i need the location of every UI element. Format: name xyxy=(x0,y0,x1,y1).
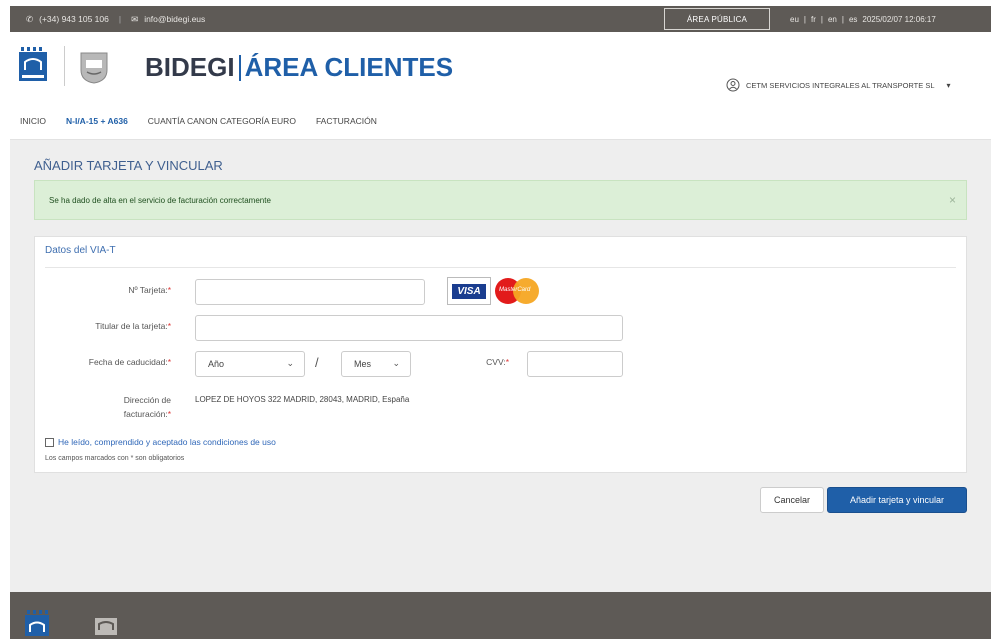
card-number-label: Nº Tarjeta:* xyxy=(128,285,171,295)
date-separator: / xyxy=(315,355,319,370)
language-switcher: eu | fr | en | es 2025/02/07 12:06:17 xyxy=(790,14,936,24)
phone-number[interactable]: (+34) 943 105 106 xyxy=(39,14,109,24)
gipuzkoa-shield-icon xyxy=(80,52,108,84)
main-content: AÑADIR TARJETA Y VINCULAR Se ha dado de … xyxy=(10,140,991,592)
brand-title: BIDEGI ÁREA CLIENTES xyxy=(145,52,453,83)
close-icon[interactable]: × xyxy=(949,193,956,207)
month-select[interactable]: Mes ⌄ xyxy=(341,351,411,377)
datetime: 2025/02/07 12:06:17 xyxy=(862,14,936,24)
separator: | xyxy=(118,14,122,24)
divider xyxy=(45,267,956,268)
bidegi-logo-icon xyxy=(25,610,49,636)
add-card-button[interactable]: Añadir tarjeta y vincular xyxy=(827,487,967,513)
terms-link[interactable]: He leído, comprendido y aceptado las con… xyxy=(58,437,276,447)
lang-es[interactable]: es xyxy=(849,15,857,24)
chevron-down-icon: ⌄ xyxy=(286,358,294,368)
alert-message: Se ha dado de alta en el servicio de fac… xyxy=(49,195,271,205)
caret-down-icon: ▾ xyxy=(946,80,951,90)
required-note: Los campos marcados con * son obligatori… xyxy=(45,455,185,462)
via-t-form-panel: Datos del VIA-T Nº Tarjeta:* VISA Master… xyxy=(34,236,967,473)
lang-fr[interactable]: fr xyxy=(811,15,816,24)
nav-item-canon[interactable]: CUANTÍA CANON CATEGORÍA EURO xyxy=(148,116,296,126)
billing-address-label: Dirección de facturación:* xyxy=(123,395,171,419)
success-alert: Se ha dado de alta en el servicio de fac… xyxy=(34,180,967,220)
header: BIDEGI ÁREA CLIENTES CETM SERVICIOS INTE… xyxy=(10,32,991,140)
footer xyxy=(10,592,991,639)
year-select[interactable]: Año ⌄ xyxy=(195,351,305,377)
contact-info: ✆ (+34) 943 105 106 | ✉ info@bidegi.eus xyxy=(10,14,205,25)
expiry-label: Fecha de caducidad:* xyxy=(88,357,171,367)
phone-icon: ✆ xyxy=(26,13,34,24)
brand-area: ÁREA CLIENTES xyxy=(244,52,454,82)
section-title: Datos del VIA-T xyxy=(45,245,116,256)
card-number-input[interactable] xyxy=(195,279,425,305)
user-company-name: CETM SERVICIOS INTEGRALES AL TRANSPORTE … xyxy=(746,80,935,90)
card-holder-label: Titular de la tarjeta:* xyxy=(95,321,171,331)
cancel-button[interactable]: Cancelar xyxy=(760,487,824,513)
nav-item-inicio[interactable]: INICIO xyxy=(20,116,46,126)
chevron-down-icon: ⌄ xyxy=(392,358,400,368)
gipuzkoa-shield-icon xyxy=(95,618,117,635)
email-icon: ✉ xyxy=(131,13,139,24)
main-nav: INICIO N-I/A-15 + A636 CUANTÍA CANON CAT… xyxy=(20,116,377,126)
bidegi-logo-icon[interactable] xyxy=(18,46,48,82)
user-menu[interactable]: CETM SERVICIOS INTEGRALES AL TRANSPORTE … xyxy=(726,78,951,92)
accepted-cards: VISA MasterCard xyxy=(447,277,541,305)
visa-icon: VISA xyxy=(447,277,491,305)
top-bar: ✆ (+34) 943 105 106 | ✉ info@bidegi.eus … xyxy=(10,6,991,32)
lang-eu[interactable]: eu xyxy=(790,15,799,24)
user-account-icon xyxy=(726,78,740,92)
mastercard-icon: MasterCard xyxy=(495,277,541,305)
logo-divider xyxy=(64,46,65,86)
brand-separator xyxy=(238,54,241,81)
lang-en[interactable]: en xyxy=(828,15,837,24)
email-address[interactable]: info@bidegi.eus xyxy=(144,14,205,24)
terms-row: He leído, comprendido y aceptado las con… xyxy=(45,437,276,447)
nav-item-highway[interactable]: N-I/A-15 + A636 xyxy=(66,116,128,126)
card-holder-input[interactable] xyxy=(195,315,623,341)
terms-checkbox[interactable] xyxy=(45,437,54,447)
page-title: AÑADIR TARJETA Y VINCULAR xyxy=(34,158,223,173)
billing-address-value: LOPEZ DE HOYOS 322 MADRID, 28043, MADRID… xyxy=(195,395,410,404)
cvv-label: CVV:* xyxy=(486,357,509,367)
brand-name: BIDEGI xyxy=(145,52,235,82)
cvv-input[interactable] xyxy=(527,351,623,377)
public-area-button[interactable]: ÁREA PÚBLICA xyxy=(664,8,770,30)
nav-item-facturacion[interactable]: FACTURACIÓN xyxy=(316,116,377,126)
